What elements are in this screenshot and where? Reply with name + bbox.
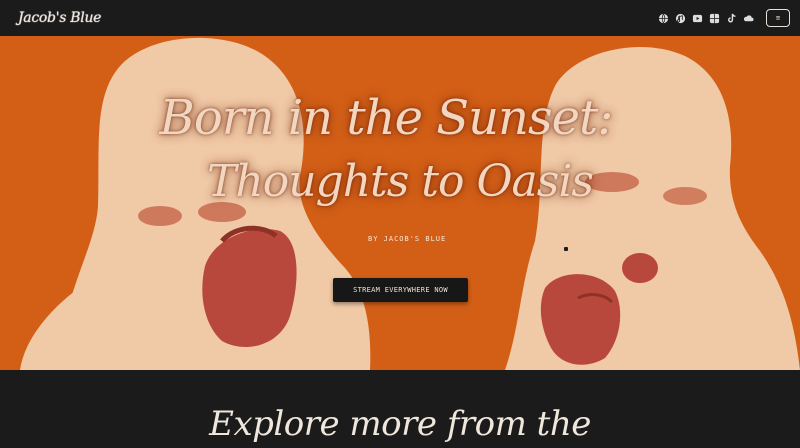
play-icon[interactable] [692, 13, 703, 24]
menu-button[interactable]: ≡ [766, 9, 790, 27]
music-icon[interactable] [675, 13, 686, 24]
site-logo[interactable]: Jacob's Blue [18, 10, 101, 26]
explore-heading: Explore more from the [209, 404, 591, 444]
social-icon[interactable] [726, 13, 737, 24]
globe-icon[interactable] [658, 13, 669, 24]
stream-now-button[interactable]: STREAM EVERYWHERE NOW [333, 278, 468, 302]
top-nav: Jacob's Blue ≡ [0, 0, 800, 36]
cloud-icon[interactable] [743, 13, 754, 24]
grid-icon[interactable] [709, 13, 720, 24]
mouse-cursor-icon [564, 247, 568, 251]
hero-title-line-2: Thoughts to Oasis [207, 156, 594, 207]
nav-links: ≡ [658, 9, 790, 27]
hero-byline: BY JACOB'S BLUE [368, 235, 447, 243]
hero-banner: Born in the Sunset: Thoughts to Oasis BY… [0, 36, 800, 370]
hero-title-line-1: Born in the Sunset: [159, 90, 614, 146]
